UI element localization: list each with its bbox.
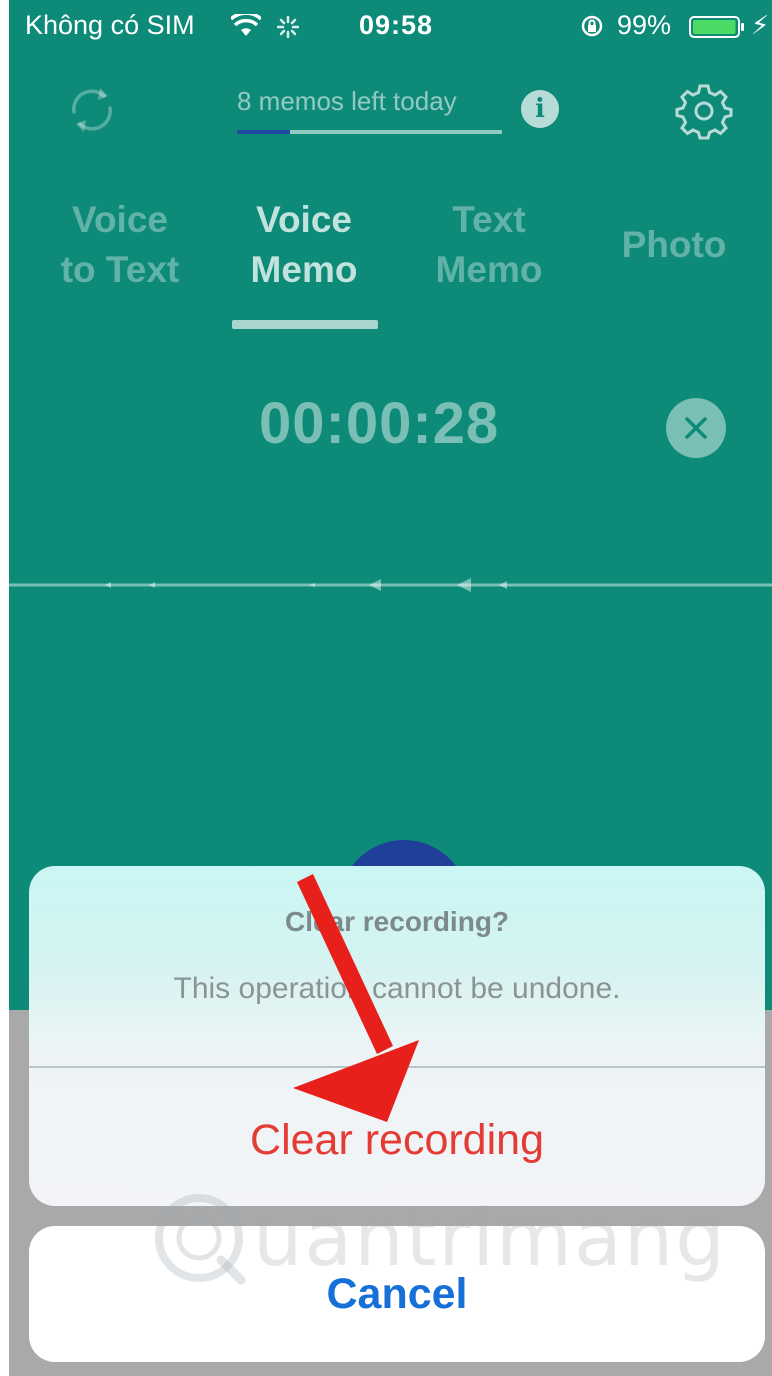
battery-percent: 99% bbox=[617, 10, 672, 40]
battery-icon bbox=[689, 16, 744, 38]
wifi-icon bbox=[231, 14, 261, 36]
watermark-text: uantrimang bbox=[253, 1194, 727, 1284]
watermark: uantrimang bbox=[149, 1188, 725, 1298]
gear-icon[interactable] bbox=[675, 82, 733, 140]
clear-recording-button[interactable] bbox=[666, 398, 726, 458]
waveform bbox=[9, 578, 772, 592]
carrier-label: Không có SIM bbox=[25, 10, 195, 40]
status-time: 09:58 bbox=[359, 10, 434, 40]
tab-voice-to-text[interactable]: Voice to Text bbox=[45, 195, 195, 295]
app-screen: Không có SIM 09:58 99% ⚡ 8 memos left to… bbox=[9, 0, 772, 1376]
recording-timer: 00:00:28 bbox=[259, 391, 500, 456]
memos-progress-bar bbox=[237, 130, 502, 134]
close-icon bbox=[685, 417, 707, 439]
memos-progress-fill bbox=[237, 130, 290, 134]
tab-photo[interactable]: Photo bbox=[599, 220, 749, 270]
red-arrow-annotation bbox=[293, 874, 419, 1122]
charging-bolt-icon: ⚡ bbox=[751, 10, 770, 40]
tab-text-memo[interactable]: Text Memo bbox=[414, 195, 564, 295]
sync-icon[interactable] bbox=[64, 82, 120, 138]
orientation-lock-icon bbox=[581, 15, 603, 37]
tab-voice-memo[interactable]: Voice Memo bbox=[229, 195, 379, 295]
active-tab-indicator bbox=[232, 320, 378, 329]
info-icon[interactable]: i bbox=[521, 90, 559, 128]
spinner-icon bbox=[277, 16, 299, 38]
watermark-logo-icon bbox=[155, 1194, 246, 1285]
memos-left-label: 8 memos left today bbox=[237, 86, 457, 116]
